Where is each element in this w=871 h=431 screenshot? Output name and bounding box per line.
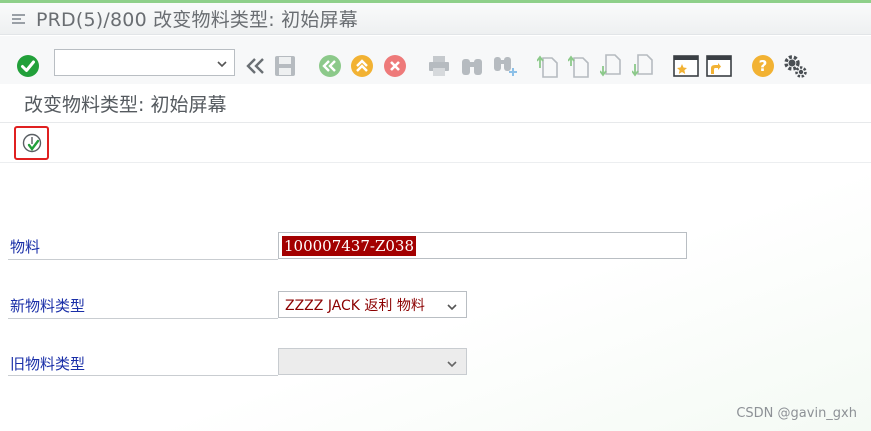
svg-text:?: ? bbox=[759, 57, 768, 75]
shortcut-icon[interactable] bbox=[705, 53, 733, 79]
find-next-icon[interactable] bbox=[491, 54, 519, 78]
watermark: CSDN @gavin_gxh bbox=[736, 406, 857, 421]
screen-title: 改变物料类型: 初始屏幕 bbox=[24, 94, 227, 116]
application-toolbar bbox=[0, 123, 871, 163]
title-bar: PRD(5)/800 改变物料类型: 初始屏幕 bbox=[0, 3, 871, 35]
print-icon[interactable] bbox=[426, 54, 452, 78]
help-icon[interactable]: ? bbox=[751, 54, 775, 78]
material-field[interactable]: 100007437-Z038 bbox=[278, 232, 687, 259]
new-material-type-value: ZZZZ JACK 返利 物料 bbox=[285, 297, 425, 314]
window-title: PRD(5)/800 改变物料类型: 初始屏幕 bbox=[36, 9, 358, 31]
chevron-down-icon[interactable] bbox=[216, 55, 228, 74]
material-label: 物料 bbox=[10, 238, 41, 256]
material-row-line bbox=[8, 259, 278, 260]
last-page-icon[interactable] bbox=[631, 53, 655, 79]
find-icon[interactable] bbox=[459, 54, 485, 78]
command-input[interactable] bbox=[55, 50, 205, 75]
old-material-type-label: 旧物料类型 bbox=[10, 355, 86, 373]
next-page-icon[interactable] bbox=[599, 53, 623, 79]
window-menu-icon[interactable] bbox=[10, 10, 28, 28]
settings-icon[interactable] bbox=[782, 53, 808, 79]
selection-screen: 物料 100007437-Z038 新物料类型 ZZZZ JACK 返利 物料 … bbox=[0, 163, 871, 431]
previous-page-icon[interactable] bbox=[567, 53, 591, 79]
material-value: 100007437-Z038 bbox=[282, 235, 417, 256]
save-icon[interactable] bbox=[272, 53, 298, 79]
new-session-icon[interactable] bbox=[672, 53, 700, 79]
command-field[interactable] bbox=[54, 49, 235, 76]
new-material-type-select[interactable]: ZZZZ JACK 返利 物料 bbox=[278, 291, 467, 318]
standard-toolbar: ? bbox=[0, 36, 871, 84]
new-material-type-label: 新物料类型 bbox=[10, 297, 86, 315]
chevron-down-icon[interactable] bbox=[446, 298, 458, 317]
first-page-icon[interactable] bbox=[536, 53, 560, 79]
back-green-icon[interactable] bbox=[318, 54, 342, 78]
new-type-row-line bbox=[8, 318, 278, 319]
old-material-type-select bbox=[278, 348, 467, 375]
back-icon[interactable] bbox=[243, 54, 267, 78]
execute-icon bbox=[22, 133, 41, 153]
cancel-icon[interactable] bbox=[383, 54, 407, 78]
exit-icon[interactable] bbox=[350, 54, 374, 78]
chevron-down-icon bbox=[446, 355, 458, 374]
execute-button[interactable] bbox=[14, 126, 49, 160]
enter-icon[interactable] bbox=[16, 54, 40, 78]
old-type-row-line bbox=[8, 375, 278, 376]
screen-title-bar: 改变物料类型: 初始屏幕 bbox=[0, 85, 871, 123]
